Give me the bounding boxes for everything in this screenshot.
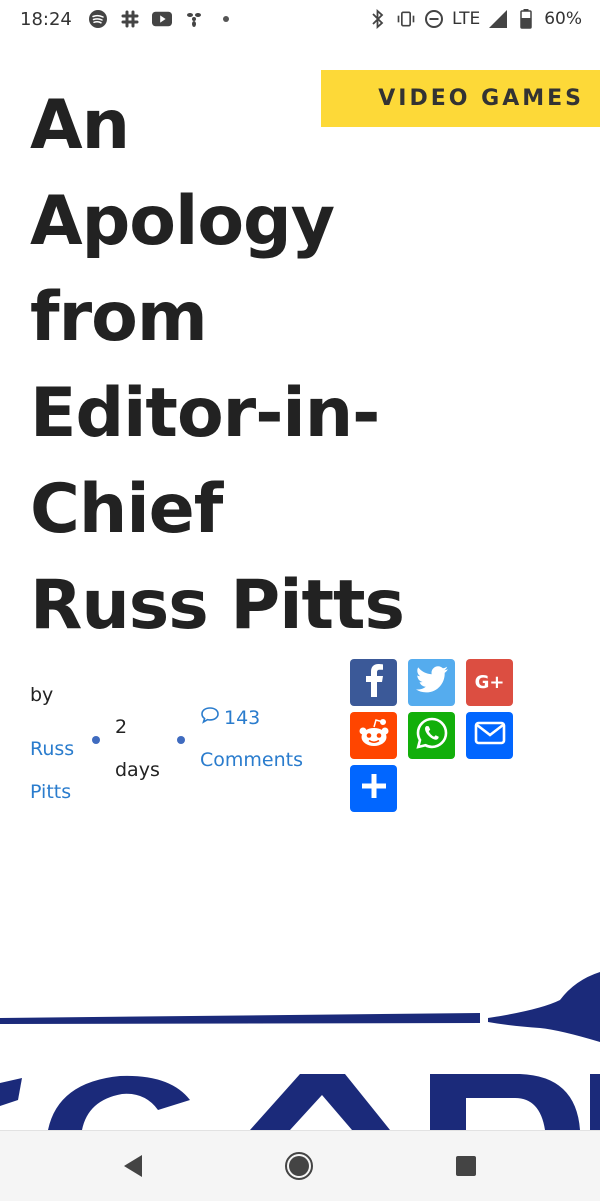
fan-icon <box>184 9 204 29</box>
plus-icon <box>361 773 387 804</box>
twitter-icon <box>415 666 449 699</box>
email-icon <box>474 721 506 750</box>
separator-dot <box>92 736 100 744</box>
author-line: Russ <box>30 738 75 760</box>
status-time: 18:24 <box>20 9 72 30</box>
spotify-icon <box>88 9 108 29</box>
home-circle-icon <box>285 1152 313 1180</box>
battery-icon <box>516 9 536 29</box>
do-not-disturb-icon <box>424 9 444 29</box>
signal-icon <box>488 9 508 29</box>
slack-icon <box>120 9 140 29</box>
share-facebook-button[interactable] <box>350 659 397 706</box>
article-meta: by Russ Pitts 2 days 143 Comments <box>0 680 340 810</box>
title-line: Russ Pitts <box>30 566 405 645</box>
facebook-icon <box>360 663 388 702</box>
share-twitter-button[interactable] <box>408 659 455 706</box>
share-reddit-button[interactable] <box>350 712 397 759</box>
title-line: Apology <box>30 182 335 261</box>
title-line: Editor-in- <box>30 374 380 453</box>
recents-button[interactable] <box>451 1151 481 1181</box>
escapist-logo <box>0 972 600 1130</box>
dot-icon <box>216 9 236 29</box>
share-google-plus-button[interactable]: G+ <box>466 659 513 706</box>
share-more-button[interactable] <box>350 765 397 812</box>
home-button[interactable] <box>284 1151 314 1181</box>
byline-label: by <box>30 684 54 706</box>
comments-link[interactable]: 143 Comments <box>200 706 303 772</box>
vibrate-icon <box>396 9 416 29</box>
navigation-bar <box>0 1130 600 1201</box>
network-label: LTE <box>451 9 481 29</box>
reddit-icon <box>356 717 392 754</box>
google-plus-icon: G+ <box>474 672 505 693</box>
author-line: Pitts <box>30 781 72 803</box>
title-line: Chief <box>30 470 223 549</box>
comment-count: 143 <box>224 706 261 729</box>
author-link[interactable]: Russ Pitts <box>30 728 90 814</box>
separator-dot <box>177 736 185 744</box>
title-line: from <box>30 278 208 357</box>
whatsapp-icon <box>415 716 449 755</box>
site-logo-banner <box>0 960 600 1130</box>
back-button[interactable] <box>118 1151 148 1181</box>
comments-label: Comments <box>200 749 303 771</box>
time-ago-line: 2 <box>115 716 128 738</box>
share-email-button[interactable] <box>466 712 513 759</box>
title-line: An <box>30 86 130 165</box>
status-bar: 18:24 LTE 60% <box>0 0 600 40</box>
recents-square-icon <box>456 1156 476 1176</box>
back-triangle-icon <box>124 1155 142 1177</box>
share-whatsapp-button[interactable] <box>408 712 455 759</box>
battery-percent: 60% <box>544 9 582 29</box>
comment-bubble-icon <box>200 706 220 729</box>
time-ago-line: days <box>115 759 160 781</box>
time-ago: 2 days <box>115 706 175 792</box>
article-title: An Apology from Editor-in- Chief Russ Pi… <box>30 78 460 654</box>
bluetooth-icon <box>368 9 388 29</box>
youtube-icon <box>152 9 172 29</box>
